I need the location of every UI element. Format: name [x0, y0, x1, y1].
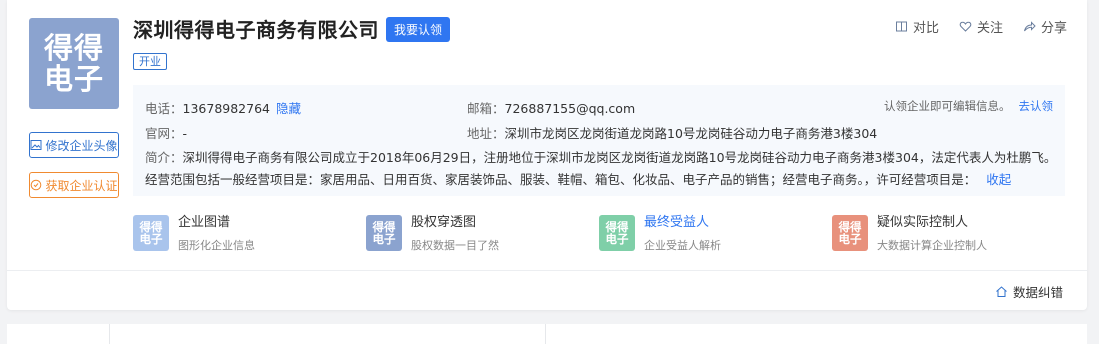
company-info-panel: 电话：13678982764 隐藏 邮箱：726887155@qq.com 认领企… — [133, 85, 1065, 196]
status-badge: 开业 — [133, 53, 167, 70]
feature-subtitle: 企业受益人解析 — [644, 239, 721, 252]
share-icon — [1023, 21, 1036, 32]
feature-subtitle: 图形化企业信息 — [178, 239, 255, 252]
edit-avatar-button[interactable]: 修改企业头像 — [29, 132, 119, 158]
beneficiary-icon: 得得 电子 — [599, 215, 635, 251]
email-row: 邮箱：726887155@qq.com — [467, 98, 635, 117]
enterprise-graph-icon: 得得 电子 — [133, 215, 169, 251]
website-label: 官网： — [145, 126, 183, 141]
company-name: 深圳得得电子商务有限公司 — [133, 18, 379, 42]
image-icon — [30, 140, 42, 150]
website-value: - — [182, 126, 188, 141]
report-error-label: 数据纠错 — [1012, 285, 1063, 300]
next-section-card — [7, 324, 1087, 344]
compare-label: 对比 — [912, 21, 939, 36]
column-divider — [109, 324, 110, 344]
heart-icon — [959, 21, 972, 32]
get-certified-label: 获取企业认证 — [45, 178, 118, 193]
follow-button[interactable]: 关注 — [959, 17, 1003, 36]
phone-hide-link[interactable]: 隐藏 — [276, 101, 301, 116]
phone-value: 13678982764 — [182, 101, 270, 116]
column-divider — [545, 324, 546, 344]
phone-label: 电话： — [145, 101, 183, 116]
get-certified-button[interactable]: 获取企业认证 — [29, 172, 119, 198]
company-header-card: 得得 电子 修改企业头像 获取企业认证 深圳得得电子商务有限公司 我要认领 开业… — [7, 0, 1087, 310]
follow-label: 关注 — [976, 21, 1003, 36]
intro-text: 简介：深圳得得电子商务有限公司成立于2018年06月29日，注册地位于深圳市龙岗… — [145, 147, 1060, 191]
feature-title: 股权穿透图 — [411, 215, 477, 230]
feature-enterprise-graph[interactable]: 得得 电子 企业图谱 图形化企业信息 — [133, 215, 255, 253]
top-actions: 对比 关注 分享 — [895, 17, 1067, 36]
logo-line-1: 得得 — [43, 30, 104, 65]
edit-avatar-label: 修改企业头像 — [45, 138, 118, 153]
company-logo: 得得 电子 — [29, 18, 119, 109]
feature-beneficial-owner[interactable]: 得得 电子 最终受益人 企业受益人解析 — [599, 215, 721, 253]
intro-label: 简介： — [145, 150, 183, 165]
icon-line: 电子 — [372, 232, 396, 246]
controller-icon: 得得 电子 — [832, 215, 868, 251]
claim-button[interactable]: 我要认领 — [386, 17, 451, 42]
feature-equity-penetration[interactable]: 得得 电子 股权穿透图 股权数据一目了然 — [366, 215, 499, 253]
collapse-link[interactable]: 收起 — [986, 172, 1011, 187]
claim-note-text: 认领企业即可编辑信息。 — [884, 99, 1011, 113]
icon-line: 电子 — [139, 232, 163, 246]
report-error-button[interactable]: 数据纠错 — [995, 282, 1063, 301]
compare-button[interactable]: 对比 — [895, 17, 939, 36]
share-button[interactable]: 分享 — [1023, 17, 1067, 36]
address-row: 地址：深圳市龙岗区龙岗街道龙岗路10号龙岗硅谷动力电子商务港3楼304 — [467, 123, 877, 142]
email-value[interactable]: 726887155@qq.com — [505, 101, 636, 116]
intro-value: 深圳得得电子商务有限公司成立于2018年06月29日，注册地位于深圳市龙岗区龙岗… — [145, 150, 1057, 187]
phone-row: 电话：13678982764 隐藏 — [145, 98, 301, 117]
address-label: 地址： — [467, 126, 505, 141]
go-claim-link[interactable]: 去认领 — [1019, 99, 1054, 113]
feature-subtitle: 大数据计算企业控制人 — [877, 239, 987, 252]
badge-icon — [31, 179, 42, 191]
logo-line-2: 电子 — [43, 61, 104, 96]
address-value: 深圳市龙岗区龙岗街道龙岗路10号龙岗硅谷动力电子商务港3楼304 — [504, 126, 878, 141]
email-label: 邮箱： — [467, 101, 505, 116]
feature-title: 最终受益人 — [644, 215, 710, 230]
icon-line: 电子 — [605, 232, 629, 246]
divider — [7, 270, 1087, 271]
feature-title: 企业图谱 — [178, 215, 231, 230]
icon-line: 电子 — [838, 232, 862, 246]
feature-actual-controller[interactable]: 得得 电子 疑似实际控制人 大数据计算企业控制人 — [832, 215, 987, 253]
share-label: 分享 — [1040, 21, 1067, 36]
website-row: 官网：- — [145, 123, 187, 142]
feature-subtitle: 股权数据一目了然 — [411, 239, 499, 252]
claim-note: 认领企业即可编辑信息。 去认领 — [884, 98, 1053, 114]
feature-title: 疑似实际控制人 — [877, 215, 969, 230]
home-icon — [996, 286, 1007, 297]
equity-chart-icon: 得得 电子 — [366, 215, 402, 251]
compare-icon — [895, 21, 907, 32]
